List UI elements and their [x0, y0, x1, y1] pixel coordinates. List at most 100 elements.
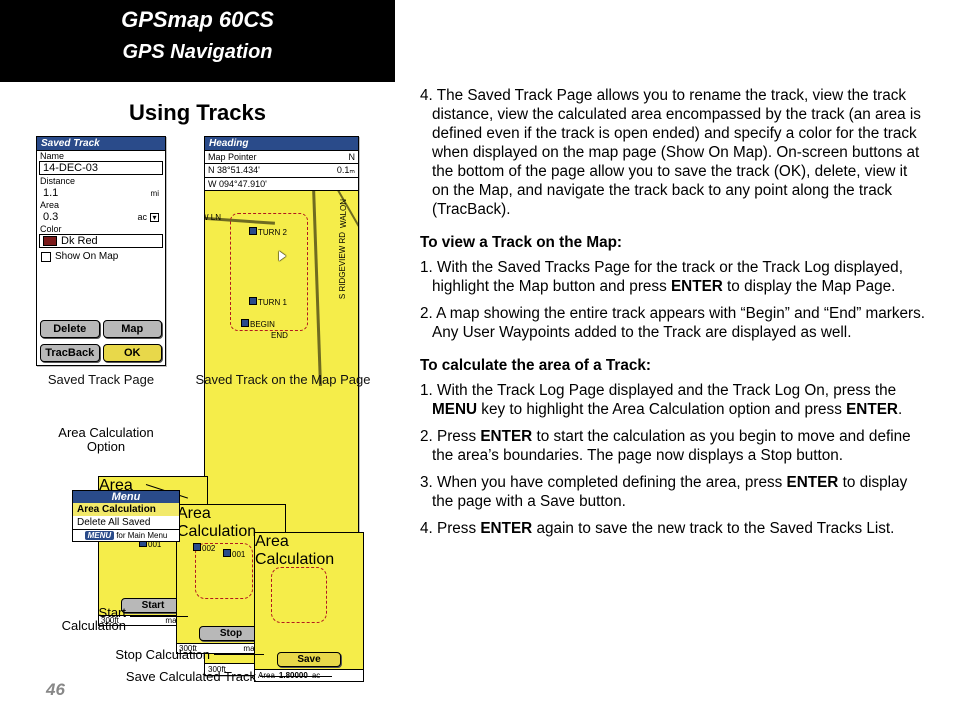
label: TURN 2 — [258, 228, 287, 237]
titlebar: Area Calculation — [255, 533, 363, 547]
caption-saved-track-page: Saved Track Page — [36, 372, 166, 387]
value: Dk Red — [57, 235, 159, 247]
kw-enter: ENTER — [846, 401, 898, 418]
titlebar: Area Calculation — [99, 477, 207, 491]
label-name: Name — [37, 151, 165, 161]
info-row-lat: N 38°51.434' 0.1ₘ — [205, 164, 358, 178]
section-heading: Using Tracks — [0, 100, 395, 126]
txt: 2. Press — [420, 428, 480, 445]
delete-button[interactable]: Delete — [40, 320, 100, 338]
screenshot-area-calc-save: Area Calculation S RIDGEVIEW RD Save Are… — [254, 532, 364, 682]
menu-item-delete-all-saved[interactable]: Delete All Saved — [73, 516, 179, 529]
field-color[interactable]: Dk Red — [39, 234, 163, 248]
titlebar: Saved Track — [37, 137, 165, 151]
value: 1.1 — [43, 187, 58, 199]
txt: to display the Map Page. — [723, 278, 896, 295]
label: 002 — [202, 544, 215, 553]
txt: 3. When you have completed defining the … — [420, 474, 787, 491]
label: Map Pointer — [208, 152, 257, 162]
flag-icon — [249, 297, 257, 305]
label-distance: Distance — [37, 176, 165, 186]
txt: key to highlight the Area Calculation op… — [477, 401, 846, 418]
road-line — [312, 191, 322, 386]
kw-enter: ENTER — [671, 278, 723, 295]
value: W 094°47.910' — [208, 179, 267, 189]
menu-key-icon: MENU — [85, 531, 115, 540]
field-area: 0.3 ac▾ — [40, 210, 162, 224]
value: N 38°51.434' — [208, 165, 260, 176]
titlebar: Heading — [205, 137, 358, 151]
kw-enter: ENTER — [480, 520, 532, 537]
header-title-1: GPSmap 60CS — [0, 6, 395, 34]
value: N — [349, 152, 356, 162]
menu-item-area-calculation[interactable]: Area Calculation — [73, 503, 179, 516]
save-button[interactable]: Save — [277, 652, 341, 667]
txt: 1. With the Track Log Page displayed and… — [420, 382, 896, 399]
tracback-button[interactable]: TracBack — [40, 344, 100, 362]
figures-area: Saved Track Name 14-DEC-03 Distance 1.1m… — [36, 136, 401, 676]
value: 0.1ₘ — [337, 165, 355, 176]
view-step-1: 1. With the Saved Tracks Page for the tr… — [420, 258, 926, 296]
kw-enter: ENTER — [480, 428, 532, 445]
waypoint-turn-1: TURN 1 — [249, 297, 287, 307]
para-4: 4. The Saved Track Page allows you to re… — [420, 86, 926, 219]
leader-line — [260, 676, 332, 677]
waypoint-002: 002 — [193, 543, 215, 553]
txt: again to save the new track to the Saved… — [532, 520, 894, 537]
body-text-column: 4. The Saved Track Page allows you to re… — [420, 86, 926, 546]
subhead-view-track: To view a Track on the Map: — [420, 233, 926, 252]
dropdown-icon[interactable]: ▾ — [150, 213, 159, 222]
waypoint-begin: BEGIN — [241, 319, 275, 329]
menu-header: Menu — [73, 491, 179, 503]
field-distance: 1.1mi — [40, 186, 162, 200]
header-title-2: GPS Navigation — [0, 34, 395, 70]
caption-saved-track-on-map: Saved Track on the Map Page — [188, 372, 378, 387]
info-row-sub: Map Pointer N — [205, 151, 358, 164]
caption-stop-calculation: Stop Calculation — [80, 648, 210, 661]
area-readout: Area 1.80000 ac — [255, 669, 363, 681]
calc-step-2: 2. Press ENTER to start the calculation … — [420, 427, 926, 465]
label-area: Area — [37, 200, 165, 210]
leader-line — [214, 654, 264, 655]
label-color: Color — [37, 224, 165, 234]
kw-enter: ENTER — [787, 474, 839, 491]
caption-area-calc-option: Area Calculation Option — [46, 426, 166, 454]
calc-step-4: 4. Press ENTER again to save the new tra… — [420, 519, 926, 538]
checkbox-show-on-map[interactable]: Show On Map — [37, 249, 165, 264]
checkbox-icon — [41, 252, 51, 262]
titlebar: Area Calculation — [177, 505, 285, 519]
map-cursor-icon — [279, 251, 286, 261]
road-label: W LN — [205, 213, 221, 222]
flag-icon — [241, 319, 249, 327]
map-canvas[interactable]: S RIDGEVIEW RD — [255, 547, 363, 649]
label: for Main Menu — [116, 531, 167, 540]
flag-icon — [223, 549, 231, 557]
subhead-calc-area: To calculate the area of a Track: — [420, 356, 926, 375]
map-button[interactable]: Map — [103, 320, 163, 338]
header-band: GPSmap 60CS GPS Navigation — [0, 0, 395, 82]
label: Show On Map — [55, 251, 118, 262]
txt: . — [898, 401, 902, 418]
screenshot-saved-track-page: Saved Track Name 14-DEC-03 Distance 1.1m… — [36, 136, 166, 366]
field-name[interactable]: 14-DEC-03 — [39, 161, 163, 175]
page-number: 46 — [46, 680, 65, 700]
caption-start-calculation: Start Calculation — [36, 606, 126, 632]
waypoint-turn-2: TURN 2 — [249, 227, 287, 237]
ok-button[interactable]: OK — [103, 344, 163, 362]
value: 14-DEC-03 — [43, 162, 98, 174]
flag-icon — [193, 543, 201, 551]
label: TURN 1 — [258, 298, 287, 307]
calc-step-1: 1. With the Track Log Page displayed and… — [420, 381, 926, 419]
color-swatch-icon — [43, 236, 57, 246]
kw-menu: MENU — [432, 401, 477, 418]
menu-popup: Menu Area Calculation Delete All Saved M… — [72, 490, 180, 542]
waypoint-001: 001 — [223, 549, 245, 559]
track-path — [271, 567, 327, 623]
road-label: WALON — [339, 199, 348, 228]
flag-icon — [249, 227, 257, 235]
menu-footer: MENUfor Main Menu — [73, 529, 179, 541]
road-label: S RIDGEVIEW RD — [338, 232, 347, 299]
info-row-lon: W 094°47.910' — [205, 178, 358, 191]
leader-line — [130, 616, 188, 617]
value: 0.3 — [43, 211, 58, 223]
